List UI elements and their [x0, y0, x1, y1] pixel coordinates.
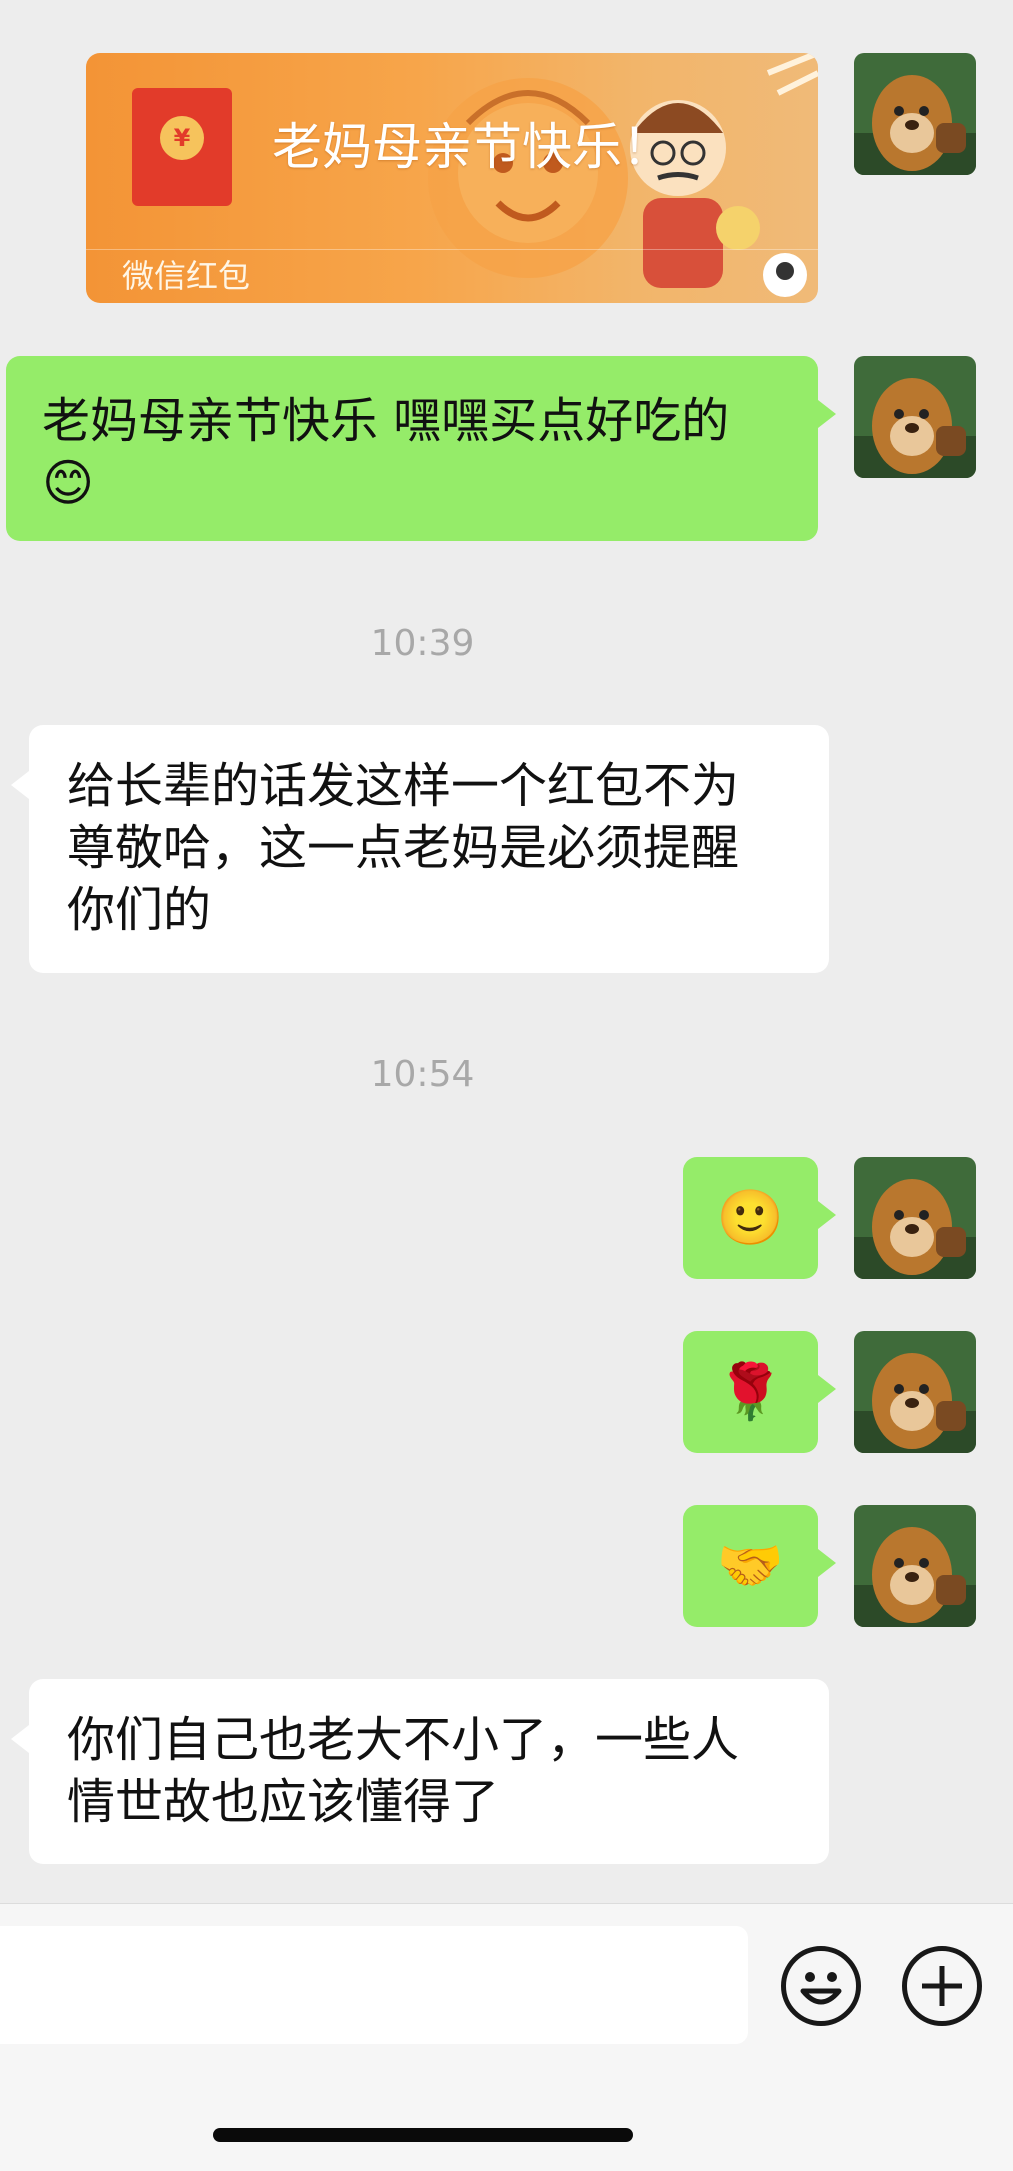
- message-text: 老妈母亲节快乐 嘿嘿买点好吃的: [42, 393, 730, 449]
- red-packet-message[interactable]: ¥ 老妈母亲节快乐！ 微信红包: [86, 53, 818, 303]
- my-avatar[interactable]: [854, 53, 976, 175]
- my-emoji-bubble[interactable]: 🙂: [683, 1157, 836, 1279]
- chat-area[interactable]: ¥ 老妈母亲节快乐！ 微信红包 老妈母亲节快乐 嘿嘿买点好吃的 😊 10:39 …: [0, 0, 1013, 1900]
- rose-emoji: 🌹: [716, 1360, 785, 1423]
- my-message-bubble[interactable]: 老妈母亲节快乐 嘿嘿买点好吃的 😊: [6, 356, 836, 541]
- red-envelope-icon: ¥: [132, 88, 232, 206]
- incoming-message-bubble[interactable]: 给长辈的话发这样一个红包不为 尊敬哈，这一点老妈是必须提醒 你们的: [11, 725, 829, 973]
- smile-emoji: 🙂: [716, 1186, 785, 1249]
- bear-avatar-icon: [854, 53, 976, 175]
- yuan-coin-icon: ¥: [160, 116, 204, 160]
- timestamp: 10:54: [370, 1054, 475, 1095]
- message-line: 你们的: [67, 882, 212, 938]
- my-avatar[interactable]: [854, 1505, 976, 1627]
- my-avatar[interactable]: [854, 356, 976, 478]
- timestamp: 10:39: [370, 623, 475, 664]
- smiling-face-emoji: 😊: [42, 454, 95, 512]
- red-packet-label: 微信红包: [122, 257, 251, 295]
- plus-icon: [922, 1966, 962, 2006]
- more-button[interactable]: [902, 1946, 982, 2026]
- message-line: 情世故也应该懂得了: [67, 1774, 500, 1830]
- handshake-emoji: 🤝: [716, 1534, 785, 1597]
- emoji-button[interactable]: [781, 1946, 861, 2026]
- my-emoji-bubble[interactable]: 🤝: [683, 1505, 836, 1627]
- my-avatar[interactable]: [854, 1331, 976, 1453]
- red-packet-title: 老妈母亲节快乐！: [272, 118, 672, 176]
- incoming-message-bubble[interactable]: 你们自己也老大不小了，一些人 情世故也应该懂得了: [11, 1679, 829, 1864]
- my-emoji-bubble[interactable]: 🌹: [683, 1331, 836, 1453]
- bear-avatar-icon: [854, 1505, 976, 1627]
- message-line: 给长辈的话发这样一个红包不为: [67, 758, 740, 814]
- bear-avatar-icon: [854, 1331, 976, 1453]
- smiley-face-icon: [800, 1972, 842, 2005]
- bear-avatar-icon: [854, 1157, 976, 1279]
- message-line: 尊敬哈，这一点老妈是必须提醒: [67, 820, 740, 876]
- bear-avatar-icon: [854, 356, 976, 478]
- message-line: 你们自己也老大不小了，一些人: [67, 1712, 740, 1768]
- my-avatar[interactable]: [854, 1157, 976, 1279]
- home-indicator[interactable]: [213, 2128, 633, 2142]
- message-input[interactable]: [0, 1926, 748, 2044]
- red-packet-footer: 微信红包: [86, 249, 818, 303]
